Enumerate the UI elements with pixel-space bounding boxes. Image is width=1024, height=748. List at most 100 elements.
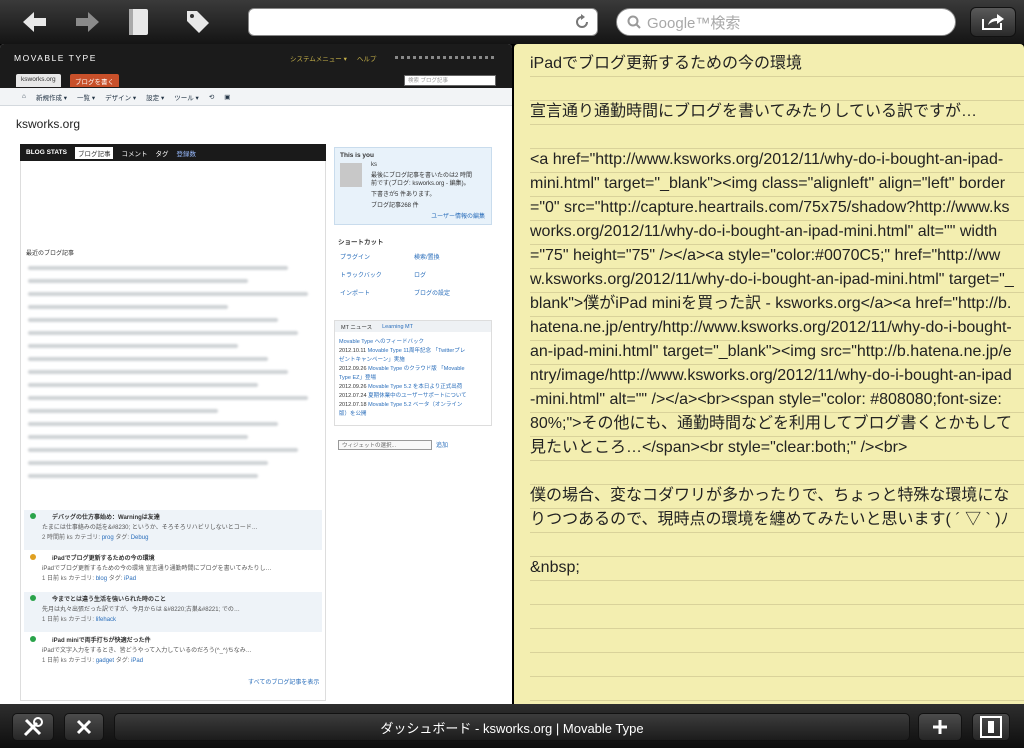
entry-meta: 2 時間前 ks カテゴリ: prog タグ: Debug <box>42 535 149 541</box>
note-paragraph: &nbsp; <box>530 559 580 576</box>
shortcut-log[interactable]: ログ <box>414 270 426 279</box>
status-icon <box>30 554 36 560</box>
reload-icon[interactable] <box>573 13 591 31</box>
refresh-icon[interactable]: ⟲ <box>209 93 214 101</box>
view-site-icon[interactable]: ▣ <box>224 93 230 101</box>
shortcut-search-replace[interactable]: 検索/置換 <box>414 252 440 261</box>
url-field[interactable] <box>248 8 598 36</box>
blurred-bar <box>28 435 248 439</box>
mt-logo[interactable]: MOVABLE TYPE <box>14 53 97 63</box>
tag-icon[interactable] <box>182 6 214 38</box>
blurred-bar <box>28 474 258 478</box>
recent-entries-label: 最近のブログ記事 <box>26 251 75 257</box>
nav-list[interactable]: 一覧 ▾ <box>77 92 95 102</box>
blurred-bar <box>28 344 238 348</box>
mt-news-widget: MT ニュース Learning MT Movable Type へのフィードバ… <box>334 320 492 426</box>
news-item[interactable]: 2012.07.18 Movable Type 5.2 ベータ（オンライン <box>339 400 462 408</box>
blurred-bar <box>28 331 298 335</box>
news-item[interactable]: 版）を公開 <box>339 409 367 417</box>
news-item[interactable]: 2012.10.11 Movable Type 11周年記念 「Twitterプ… <box>339 346 465 354</box>
plus-icon <box>933 720 947 734</box>
shortcut-trackback[interactable]: トラックバック <box>340 270 382 279</box>
blurred-bar <box>28 370 288 374</box>
bottom-toolbar: ダッシュボード - ksworks.org | Movable Type <box>0 704 1024 748</box>
share-button[interactable] <box>970 7 1016 37</box>
share-icon <box>982 14 1004 30</box>
all-posts-link[interactable]: すべてのブログ記事を表示 <box>248 677 319 686</box>
entry-title[interactable]: 今までとは違う生活を強いられた時のこと <box>52 594 166 603</box>
edit-profile-link[interactable]: ユーザー情報の編集 <box>431 211 485 220</box>
list-item[interactable]: iPad miniで両手打ちが快適だった件 iPadで文字入力をするとき、皆どうや… <box>24 633 322 673</box>
mt-header: MOVABLE TYPE システムメニュー ▾ ヘルプ ksworks.org … <box>0 44 512 88</box>
blurred-bar <box>28 396 308 400</box>
news-item[interactable]: Type EZ」登場 <box>339 373 376 381</box>
system-menu-link[interactable]: システムメニュー ▾ <box>290 53 347 63</box>
news-item[interactable]: 2012.07.24 夏期休業中のユーザーサポートについて <box>339 391 467 399</box>
news-item[interactable]: ゼントキャンペーン」実施 <box>339 355 405 363</box>
google-search-field[interactable]: Google™検索 <box>616 8 956 36</box>
nav-settings[interactable]: 設定 ▾ <box>146 92 164 102</box>
feedback-link[interactable]: Movable Type へのフィードバック <box>339 337 424 345</box>
nav-new[interactable]: 新規作成 ▾ <box>36 92 67 102</box>
ruled-line <box>530 628 1024 629</box>
list-item[interactable]: iPadでブログ更新するための今の環境 iPadでブログ更新するための今の環境 宣… <box>24 551 322 591</box>
close-icon <box>76 719 92 735</box>
ruled-line <box>530 700 1024 701</box>
tab-learning-mt[interactable]: Learning MT <box>382 324 413 330</box>
note-pane[interactable]: iPadでブログ更新するための今の環境 宣言通り通勤時間にブログを書いてみたりして… <box>514 44 1024 704</box>
shortcut-plugins[interactable]: プラグイン <box>340 252 370 261</box>
tab-mt-news[interactable]: MT ニュース <box>341 323 372 331</box>
new-tab-button[interactable] <box>918 713 962 741</box>
note-text[interactable]: iPadでブログ更新するための今の環境 宣言通り通勤時間にブログを書いてみたりして… <box>530 52 1014 580</box>
page-title: ダッシュボード - ksworks.org | Movable Type <box>114 713 910 741</box>
mt-search-input[interactable]: 検索 ブログ記事 <box>404 75 496 86</box>
layout-button[interactable] <box>972 713 1010 741</box>
shortcut-widget: ショートカット プラグイン 検索/置換 トラックバック ログ インポート ブログ… <box>334 234 492 304</box>
nav-tools[interactable]: ツール ▾ <box>174 92 199 102</box>
status-icon <box>30 636 36 642</box>
avatar <box>340 163 362 187</box>
note-paragraph: <a href="http://www.ksworks.org/2012/11/… <box>530 151 1014 456</box>
widget-select[interactable]: ウィジェットの選択... <box>338 440 432 450</box>
user-account-link[interactable] <box>395 56 495 59</box>
news-item[interactable]: 2012.09.26 Movable Type のクラウド版 「Movable <box>339 364 465 372</box>
news-item[interactable]: 2012.09.26 Movable Type 5.2 を本日より正式出荷 <box>339 382 462 390</box>
stats-tab-comments[interactable]: コメント <box>121 148 147 158</box>
entry-meta: 1 日前 ks カテゴリ: gadget タグ: iPad <box>42 658 144 664</box>
blurred-bar <box>28 305 228 309</box>
bookmarks-book-icon[interactable] <box>122 6 154 38</box>
add-widget-button[interactable]: 追加 <box>436 440 448 449</box>
note-paragraph: iPadでブログ更新するための今の環境 <box>530 55 803 72</box>
blurred-bar <box>28 318 278 322</box>
entry-excerpt: iPadで文字入力をするとき、皆どうやって入力しているのだろう(^_^)ちなみ… <box>42 648 252 654</box>
mt-system-menu: システムメニュー ▾ ヘルプ <box>290 53 376 63</box>
site-tab[interactable]: ksworks.org <box>16 74 61 87</box>
shortcut-import[interactable]: インポート <box>340 288 370 297</box>
close-button[interactable] <box>64 713 104 741</box>
stats-tab-entries[interactable]: ブログ記事 <box>74 146 114 159</box>
entry-title[interactable]: デバッグの仕方事始め：Warningは友達 <box>52 512 160 521</box>
split-view-icon <box>980 716 1002 738</box>
entry-title[interactable]: iPad miniで両手打ちが快適だった件 <box>52 635 151 644</box>
blog-stats-header: BLOG STATS ブログ記事 コメント タグ 登録数 <box>20 144 326 161</box>
shortcut-blog-settings[interactable]: ブログの設定 <box>414 288 450 297</box>
tools-button[interactable] <box>12 713 54 741</box>
status-icon <box>30 595 36 601</box>
blurred-bar <box>28 266 288 270</box>
forward-arrow-icon[interactable] <box>72 6 104 38</box>
entry-excerpt: 先月は丸々出張だった訳ですが、今月からは &#8220;古巣&#8221; での… <box>42 607 240 613</box>
ruled-line <box>530 652 1024 653</box>
stats-tab-registered[interactable]: 登録数 <box>176 148 196 158</box>
list-item[interactable]: デバッグの仕方事始め：Warningは友達 たまには仕事絡みの話を&#8230; … <box>24 510 322 550</box>
list-item[interactable]: 今までとは違う生活を強いられた時のこと先月は丸々出張だった訳ですが、今月からは … <box>24 592 322 632</box>
nav-design[interactable]: デザイン ▾ <box>105 92 136 102</box>
stats-tab-tags[interactable]: タグ <box>155 148 168 158</box>
back-arrow-icon[interactable] <box>18 6 50 38</box>
blurred-bar <box>28 279 248 283</box>
home-icon[interactable]: ⌂ <box>22 93 26 100</box>
write-entry-tab[interactable]: ブログを書く <box>70 74 119 87</box>
entry-title[interactable]: iPadでブログ更新するための今の環境 <box>52 553 155 562</box>
web-view-pane[interactable]: MOVABLE TYPE システムメニュー ▾ ヘルプ ksworks.org … <box>0 44 512 704</box>
help-link[interactable]: ヘルプ <box>357 53 377 63</box>
note-paragraph <box>530 76 1014 100</box>
